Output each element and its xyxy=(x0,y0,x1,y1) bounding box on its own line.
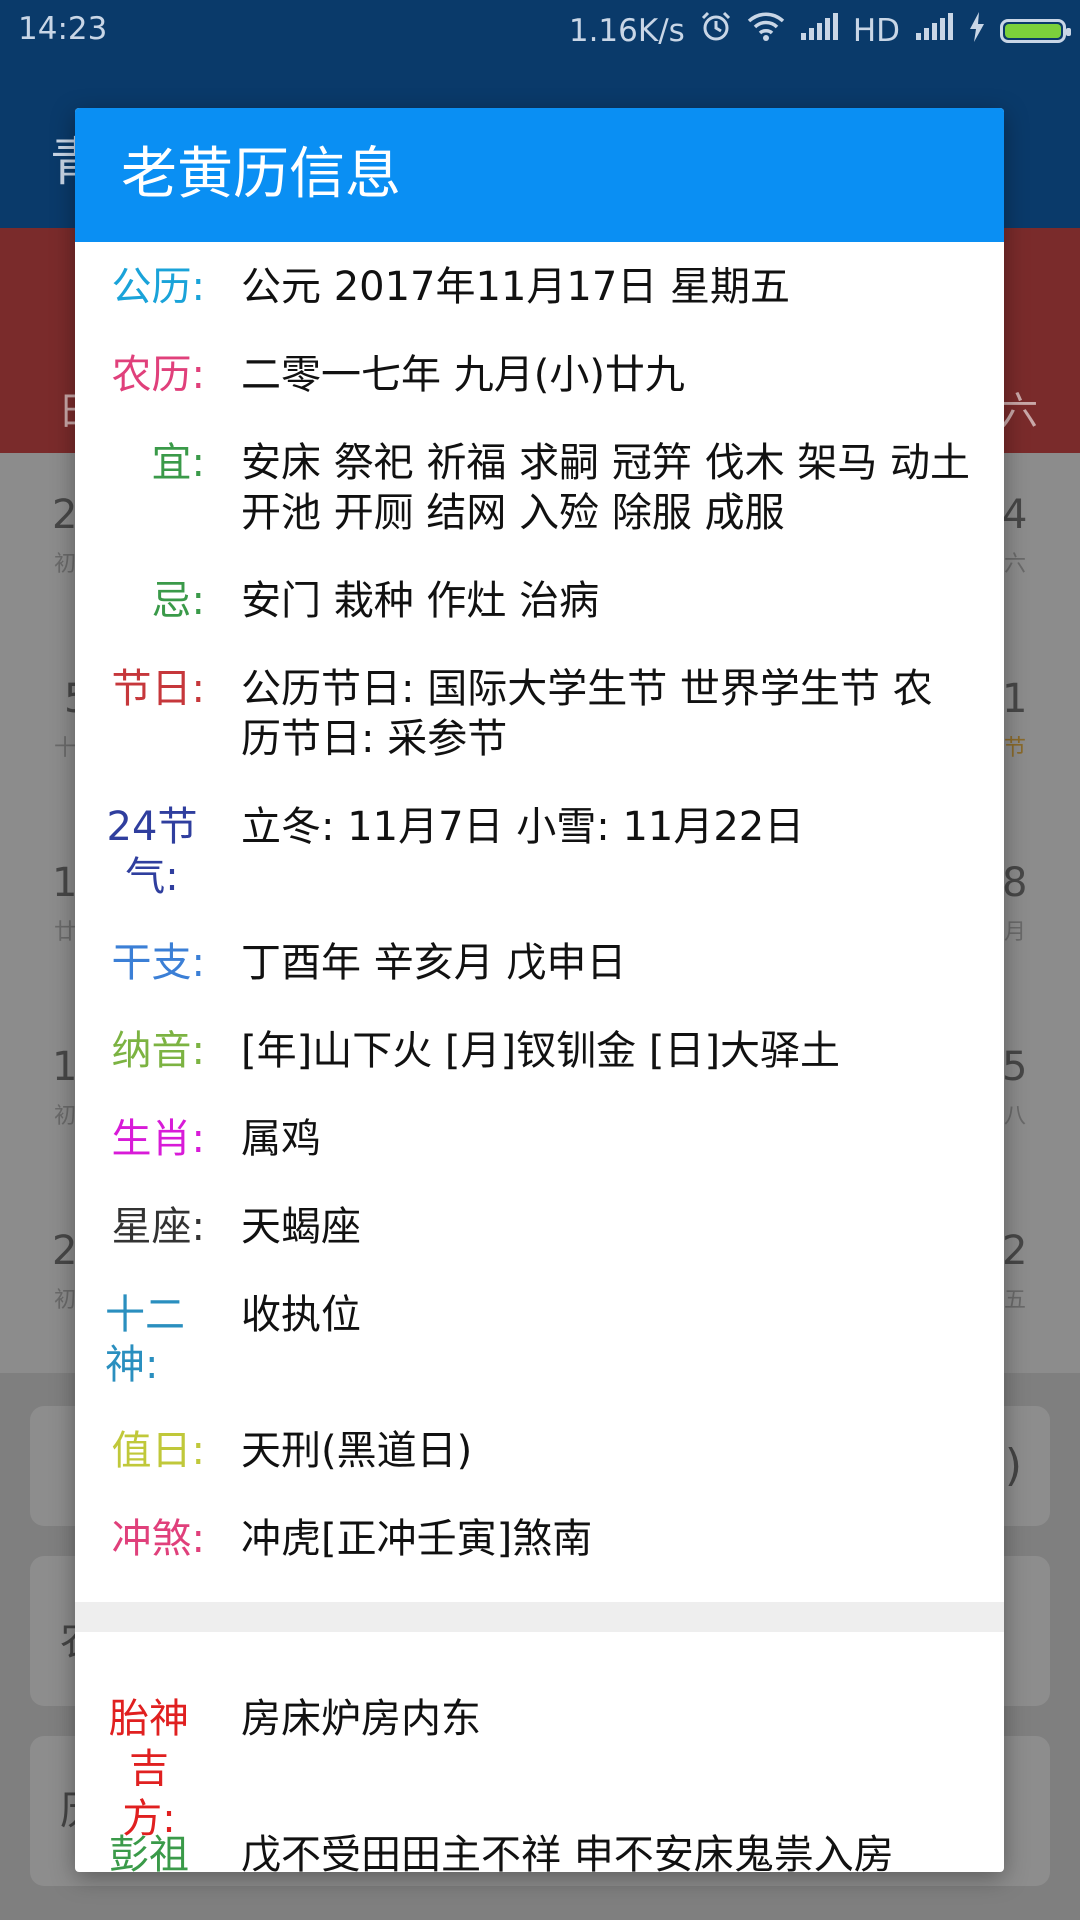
calendar-lunar: 初 xyxy=(54,1288,77,1313)
calendar-day[interactable]: 1 xyxy=(52,860,77,906)
row-value: 天刑(黑道日) xyxy=(241,1428,473,1474)
calendar-lunar: 十 xyxy=(54,736,77,761)
row-label: 忌: xyxy=(151,578,205,624)
row-label: 公历: xyxy=(111,264,205,310)
screen: 14:23 1.16K/s HD 青 日 六 xyxy=(0,0,1080,1920)
signal-icon-2 xyxy=(914,13,954,49)
row-label: 纳音: xyxy=(111,1028,205,1074)
calendar-lunar: 初 xyxy=(54,1104,77,1129)
status-icons: 1.16K/s HD xyxy=(568,8,1071,54)
row-value: [年]山下火 [月]钗钏金 [日]大驿土 xyxy=(241,1028,841,1074)
row-label: 冲煞: xyxy=(111,1516,205,1562)
row-label: 干支: xyxy=(111,940,205,986)
row-value: 属鸡 xyxy=(241,1116,321,1162)
calendar-day[interactable]: 2 xyxy=(1002,1228,1027,1274)
row-label: 彭祖百忌: xyxy=(109,1832,189,1872)
row-label: 生肖: xyxy=(111,1116,205,1162)
row-value: 冲虎[正冲壬寅]煞南 xyxy=(241,1516,593,1562)
status-bar: 14:23 1.16K/s HD xyxy=(0,0,1080,62)
row-value: 公历节日: 国际大学生节 世界学生节 农历节日: 采参节 xyxy=(241,666,933,762)
calendar-lunar: 廿 xyxy=(54,920,77,945)
row-value: 公元 2017年11月17日 星期五 xyxy=(241,264,791,310)
row-value: 二零一七年 九月(小)廿九 xyxy=(241,352,685,398)
wifi-icon xyxy=(747,12,785,50)
dialog-title: 老黄历信息 xyxy=(75,108,1004,242)
row-label: 星座: xyxy=(111,1204,205,1250)
row-value: 戊不受田田主不祥 申不安床鬼祟入房 xyxy=(241,1832,894,1872)
status-time: 14:23 xyxy=(18,11,108,47)
battery-icon xyxy=(1000,19,1071,43)
signal-icon xyxy=(799,13,839,49)
calendar-lunar: 初 xyxy=(54,552,77,577)
calendar-day[interactable]: 8 xyxy=(1002,860,1027,906)
alarm-icon xyxy=(699,10,733,52)
calendar-day[interactable]: 1 xyxy=(52,1044,77,1090)
row-value: 收执位 xyxy=(241,1292,361,1338)
calendar-day[interactable]: 2 xyxy=(52,492,77,538)
calendar-lunar: 月 xyxy=(1004,920,1027,945)
calendar-lunar: 六 xyxy=(1004,552,1027,577)
battery-fill xyxy=(1005,24,1061,38)
network-speed: 1.16K/s xyxy=(568,13,685,49)
row-label: 十二神: xyxy=(105,1292,185,1388)
row-value: 安门 栽种 作灶 治病 xyxy=(241,578,600,624)
card-glyph: ) xyxy=(1004,1440,1022,1491)
row-label: 胎神吉方: xyxy=(109,1696,189,1842)
section-divider xyxy=(75,1602,1004,1632)
row-label: 宜: xyxy=(151,440,205,486)
row-label: 农历: xyxy=(111,352,205,398)
calendar-lunar: 五 xyxy=(1004,1288,1027,1313)
weekday-sat: 六 xyxy=(1000,389,1039,433)
almanac-dialog: 老黄历信息 公历: 公元 2017年11月17日 星期五 农历: 二零一七年 九… xyxy=(75,108,1004,1872)
row-label: 值日: xyxy=(111,1428,205,1474)
calendar-day[interactable]: 2 xyxy=(52,1228,77,1274)
row-value: 丁酉年 辛亥月 戊申日 xyxy=(241,940,627,986)
calendar-day[interactable]: 1 xyxy=(1002,676,1027,722)
row-label: 节日: xyxy=(111,666,205,712)
charging-icon xyxy=(968,12,986,50)
row-value: 房床炉房内东 xyxy=(241,1696,481,1742)
calendar-lunar: 节 xyxy=(1004,736,1027,761)
row-value: 立冬: 11月7日 小雪: 11月22日 xyxy=(241,804,805,850)
calendar-day[interactable]: 4 xyxy=(1002,492,1027,538)
row-value: 天蝎座 xyxy=(241,1204,361,1250)
calendar-lunar: 八 xyxy=(1004,1104,1027,1129)
calendar-day[interactable]: 5 xyxy=(1002,1044,1027,1090)
hd-badge: HD xyxy=(852,13,900,49)
row-value: 安床 祭祀 祈福 求嗣 冠笄 伐木 架马 动土 开池 开厕 结网 入殓 除服 成… xyxy=(241,440,971,536)
row-label: 24节气: xyxy=(106,804,198,900)
